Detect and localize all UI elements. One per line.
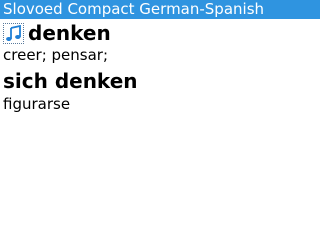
headword-row: denken	[3, 20, 320, 46]
music-note-icon	[6, 24, 21, 41]
translation-text: creer; pensar;	[3, 46, 109, 64]
app-title: Slovoed Compact German-Spanish	[3, 0, 265, 18]
phrase-translation: figurarse	[3, 95, 71, 113]
phrase-headword: sich denken	[3, 69, 138, 93]
dictionary-entry: denken creer; pensar; sich denken figura…	[3, 20, 320, 113]
app-title-bar: Slovoed Compact German-Spanish	[0, 0, 320, 19]
pronunciation-button[interactable]	[3, 22, 24, 44]
headword: denken	[28, 21, 111, 45]
